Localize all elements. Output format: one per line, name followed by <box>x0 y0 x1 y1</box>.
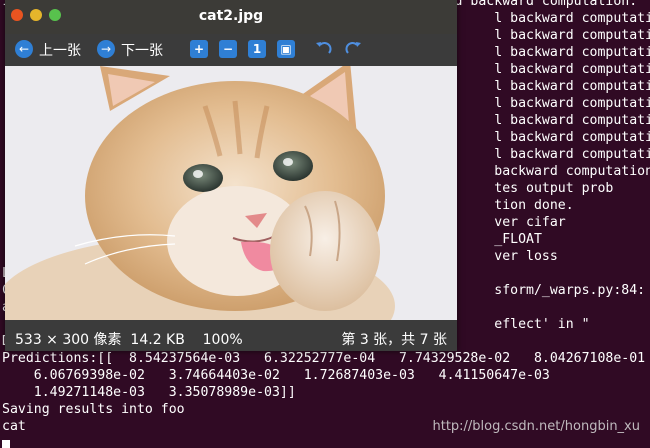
toolbar: ← 上一张 → 下一张 + − 1 ▣ <box>5 34 457 66</box>
terminal-line: Predictions:[[ 8.54237564e-03 6.32252777… <box>2 351 646 366</box>
actual-size-icon[interactable]: 1 <box>248 40 266 58</box>
fit-to-window-icon[interactable]: ▣ <box>277 40 295 58</box>
page-indicator: 第 3 张，共 7 张 <box>341 332 447 348</box>
next-arrow-icon[interactable]: → <box>97 40 115 58</box>
prev-arrow-icon[interactable]: ← <box>15 40 33 58</box>
terminal-cursor <box>2 440 10 448</box>
terminal-line: 6.06769398e-02 3.74664403e-02 1.72687403… <box>2 368 550 383</box>
image-viewer-window[interactable]: cat2.jpg ← 上一张 → 下一张 + − 1 ▣ 533 × 300 像… <box>5 0 457 351</box>
next-image-button[interactable]: 下一张 <box>121 40 163 60</box>
zoom-out-icon[interactable]: − <box>219 40 237 58</box>
window-title: cat2.jpg <box>198 8 264 24</box>
zoom-in-icon[interactable]: + <box>190 40 208 58</box>
rotate-left-icon[interactable] <box>313 38 335 60</box>
title-bar[interactable]: cat2.jpg <box>5 0 457 34</box>
rotate-right-icon[interactable] <box>342 38 364 60</box>
terminal-line: 1.49271148e-03 3.35078989e-03]] <box>2 385 296 400</box>
cat-photo <box>5 66 457 320</box>
image-info: 533 × 300 像素 14.2 KB 100% <box>15 332 243 348</box>
image-canvas[interactable] <box>5 66 457 320</box>
terminal-line: Saving results into foo <box>2 402 185 417</box>
watermark: http://blog.csdn.net/hongbin_xu <box>432 419 640 434</box>
terminal-line: cat <box>2 419 26 434</box>
prev-image-button[interactable]: 上一张 <box>39 40 81 60</box>
status-bar: 533 × 300 像素 14.2 KB 100% 第 3 张，共 7 张 <box>5 322 457 351</box>
